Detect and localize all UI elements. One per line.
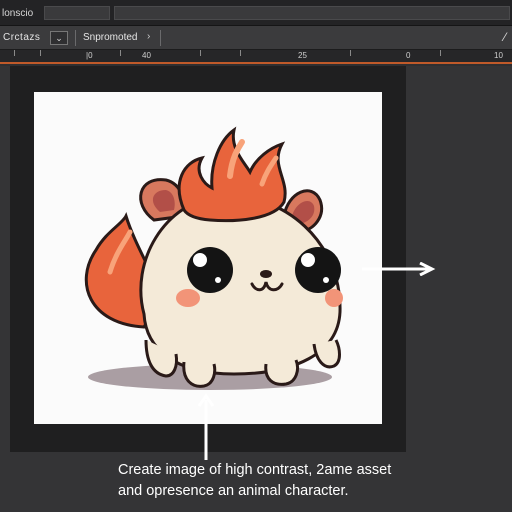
- ruler-label: 40: [142, 51, 151, 60]
- create-label: Crctazs: [3, 32, 41, 43]
- preset-label[interactable]: Snpromoted: [83, 32, 137, 43]
- canvas-workspace[interactable]: Create image of high contrast, 2ame asse…: [0, 66, 512, 512]
- ruler-label: 0: [406, 51, 411, 60]
- ruler-label: |0: [86, 51, 93, 60]
- menu-bar: lonscio: [0, 0, 512, 26]
- caption-line: and opresence an animal character.: [118, 483, 349, 499]
- caption-line: Create image of high contrast, 2ame asse…: [118, 462, 392, 478]
- divider: [75, 30, 76, 46]
- horizontal-ruler: |0 40 25 0 10: [0, 50, 512, 64]
- artboard[interactable]: [34, 92, 382, 424]
- search-field[interactable]: [114, 6, 510, 20]
- options-bar: Crctazs ⌄ Snpromoted › ⁄: [0, 26, 512, 50]
- path-field[interactable]: [44, 6, 110, 20]
- divider: [160, 30, 161, 46]
- arrow-up-icon: [197, 393, 215, 460]
- ruler-label: 10: [494, 51, 503, 60]
- menu-label[interactable]: lonscio: [2, 8, 33, 19]
- animal-character-illustration: [84, 126, 343, 390]
- brush-icon[interactable]: ⁄: [504, 30, 506, 44]
- chevron-down-icon[interactable]: ⌄: [50, 31, 68, 45]
- arrow-right-icon: [362, 262, 436, 276]
- chevron-right-icon[interactable]: ›: [147, 31, 150, 42]
- prompt-caption: Create image of high contrast, 2ame asse…: [118, 460, 510, 502]
- ruler-label: 25: [298, 51, 307, 60]
